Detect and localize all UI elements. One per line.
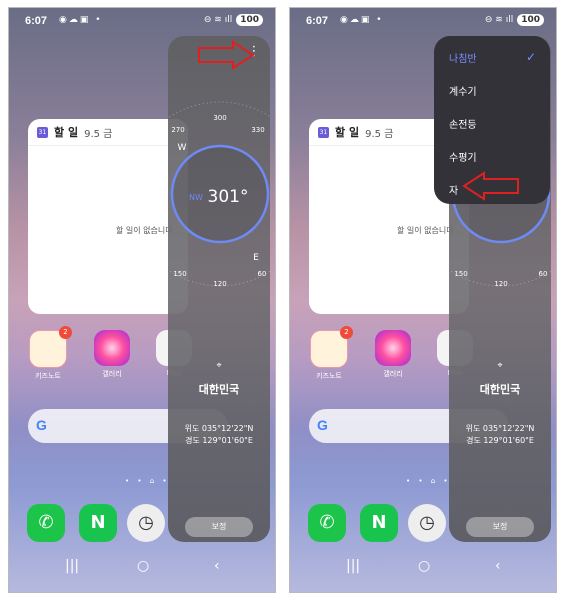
tick-label: E: [253, 253, 259, 263]
naver-icon: N: [371, 512, 387, 533]
check-icon: ✓: [525, 50, 536, 64]
home-button[interactable]: ○: [137, 558, 149, 574]
widget-title: 할 일: [54, 126, 79, 139]
calendar-icon: 31: [37, 126, 48, 138]
naver-app[interactable]: N: [79, 504, 117, 542]
location-block: ⌖ 대한민국: [449, 361, 551, 397]
app-label: 키즈노트: [35, 372, 61, 380]
notification-icons: ◉☁▣ •: [340, 15, 384, 25]
app-label: 키즈노트: [316, 372, 342, 380]
gallery-icon: [375, 330, 411, 366]
tick-label: 270: [171, 126, 184, 134]
menu-item-flashlight[interactable]: 손전등: [449, 116, 477, 131]
system-icons: ⊖ ≋ ıll 100: [485, 14, 544, 26]
red-arrow-annotation: [198, 40, 255, 70]
system-icons: ⊖ ≋ ıll 100: [204, 14, 263, 26]
tick-label: 330: [251, 126, 264, 134]
navigation-bar: ||| ○ ‹: [9, 558, 275, 582]
compass-panel: ⋮ 300 270 330 W E 150 120 60 NW 301° ⌖ 대…: [168, 36, 270, 542]
gallery-icon: [94, 330, 130, 366]
calibrate-button[interactable]: 보정: [185, 517, 253, 537]
notification-badge: 2: [59, 326, 72, 339]
notification-icons: ◉☁▣ •: [59, 15, 103, 25]
page-indicator: • • ⌂ •: [125, 477, 170, 485]
clock-icon: ◷: [419, 512, 435, 533]
widget-date: 9.5 금: [365, 128, 394, 140]
status-time: 6:07: [25, 15, 48, 27]
recent-apps-button[interactable]: |||: [346, 558, 360, 574]
longitude: 경도 129°01'60"E: [185, 436, 253, 445]
calendar-widget[interactable]: 31 할 일 9.5 금 할 일이 없습니다: [28, 119, 188, 314]
google-icon: G: [317, 417, 328, 433]
screenshot-right: 6:07 ◉☁▣ • ⊖ ≋ ıll 100 31 할 일 9.5 금 할 일이…: [289, 7, 557, 593]
red-arrow-annotation: [462, 171, 519, 201]
country-label: 대한민국: [479, 383, 521, 396]
widget-title: 할 일: [335, 126, 360, 139]
tick-label: 60: [258, 270, 267, 278]
app-gallery[interactable]: 갤러리: [374, 330, 412, 379]
coordinates: 위도 035°12'22"N 경도 129°01'60"E: [168, 423, 270, 447]
clock-icon: ◷: [138, 512, 154, 533]
tick-label: 150: [454, 270, 467, 278]
menu-item-ruler[interactable]: 자: [449, 182, 458, 197]
app-kidsnote[interactable]: 2 키즈노트: [310, 326, 353, 381]
tick-label: 300: [213, 114, 226, 122]
back-button[interactable]: ‹: [214, 558, 220, 574]
location-pin-icon: ⌖: [216, 361, 222, 371]
tick-label: 60: [539, 270, 548, 278]
latitude: 위도 035°12'22"N: [184, 424, 254, 433]
direction-label: NW: [189, 193, 203, 202]
home-button[interactable]: ○: [418, 558, 430, 574]
tick-label: 120: [213, 280, 226, 288]
naver-icon: N: [90, 512, 106, 533]
app-gallery[interactable]: 갤러리: [93, 330, 131, 379]
longitude: 경도 129°01'60"E: [466, 436, 534, 445]
notification-badge: 2: [340, 326, 353, 339]
page-indicator: • • ⌂ •: [406, 477, 451, 485]
app-label: 갤러리: [383, 370, 403, 378]
navigation-bar: ||| ○ ‹: [290, 558, 556, 582]
menu-item-level[interactable]: 수평기: [449, 149, 477, 164]
clock-app[interactable]: ◷: [408, 504, 446, 542]
app-label: 갤러리: [102, 370, 122, 378]
location-block: ⌖ 대한민국: [168, 361, 270, 397]
widget-date: 9.5 금: [84, 128, 113, 140]
menu-item-counter[interactable]: 계수기: [449, 83, 477, 98]
coordinates: 위도 035°12'22"N 경도 129°01'60"E: [449, 423, 551, 447]
tick-label: W: [178, 143, 187, 153]
google-icon: G: [36, 417, 47, 433]
latitude: 위도 035°12'22"N: [465, 424, 535, 433]
location-pin-icon: ⌖: [497, 361, 503, 371]
back-button[interactable]: ‹: [495, 558, 501, 574]
app-kidsnote[interactable]: 2 키즈노트: [29, 326, 72, 381]
phone-app[interactable]: ✆: [27, 504, 65, 542]
status-bar: 6:07 ◉☁▣ • ⊖ ≋ ıll 100: [290, 8, 556, 34]
heading-readout: 301°: [208, 187, 249, 207]
status-time: 6:07: [306, 15, 329, 27]
calendar-icon: 31: [318, 126, 329, 138]
recent-apps-button[interactable]: |||: [65, 558, 79, 574]
battery-indicator: 100: [517, 14, 544, 26]
widget-empty-text: 할 일이 없습니다: [397, 226, 454, 235]
menu-item-compass[interactable]: 나침반: [449, 50, 477, 65]
phone-icon: ✆: [27, 504, 65, 542]
widget-empty-text: 할 일이 없습니다: [116, 226, 173, 235]
tick-label: 120: [494, 280, 507, 288]
calibrate-button[interactable]: 보정: [466, 517, 534, 537]
clock-app[interactable]: ◷: [127, 504, 165, 542]
phone-app[interactable]: ✆: [308, 504, 346, 542]
phone-icon: ✆: [308, 504, 346, 542]
screenshot-left: 6:07 ◉☁▣ • ⊖ ≋ ıll 100 31 할 일 9.5 금 할 일이…: [8, 7, 276, 593]
status-bar: 6:07 ◉☁▣ • ⊖ ≋ ıll 100: [9, 8, 275, 34]
naver-app[interactable]: N: [360, 504, 398, 542]
tick-label: 150: [173, 270, 186, 278]
battery-indicator: 100: [236, 14, 263, 26]
compass-dial: 300 270 330 W E 150 120 60 NW 301°: [168, 101, 270, 288]
country-label: 대한민국: [198, 383, 240, 396]
